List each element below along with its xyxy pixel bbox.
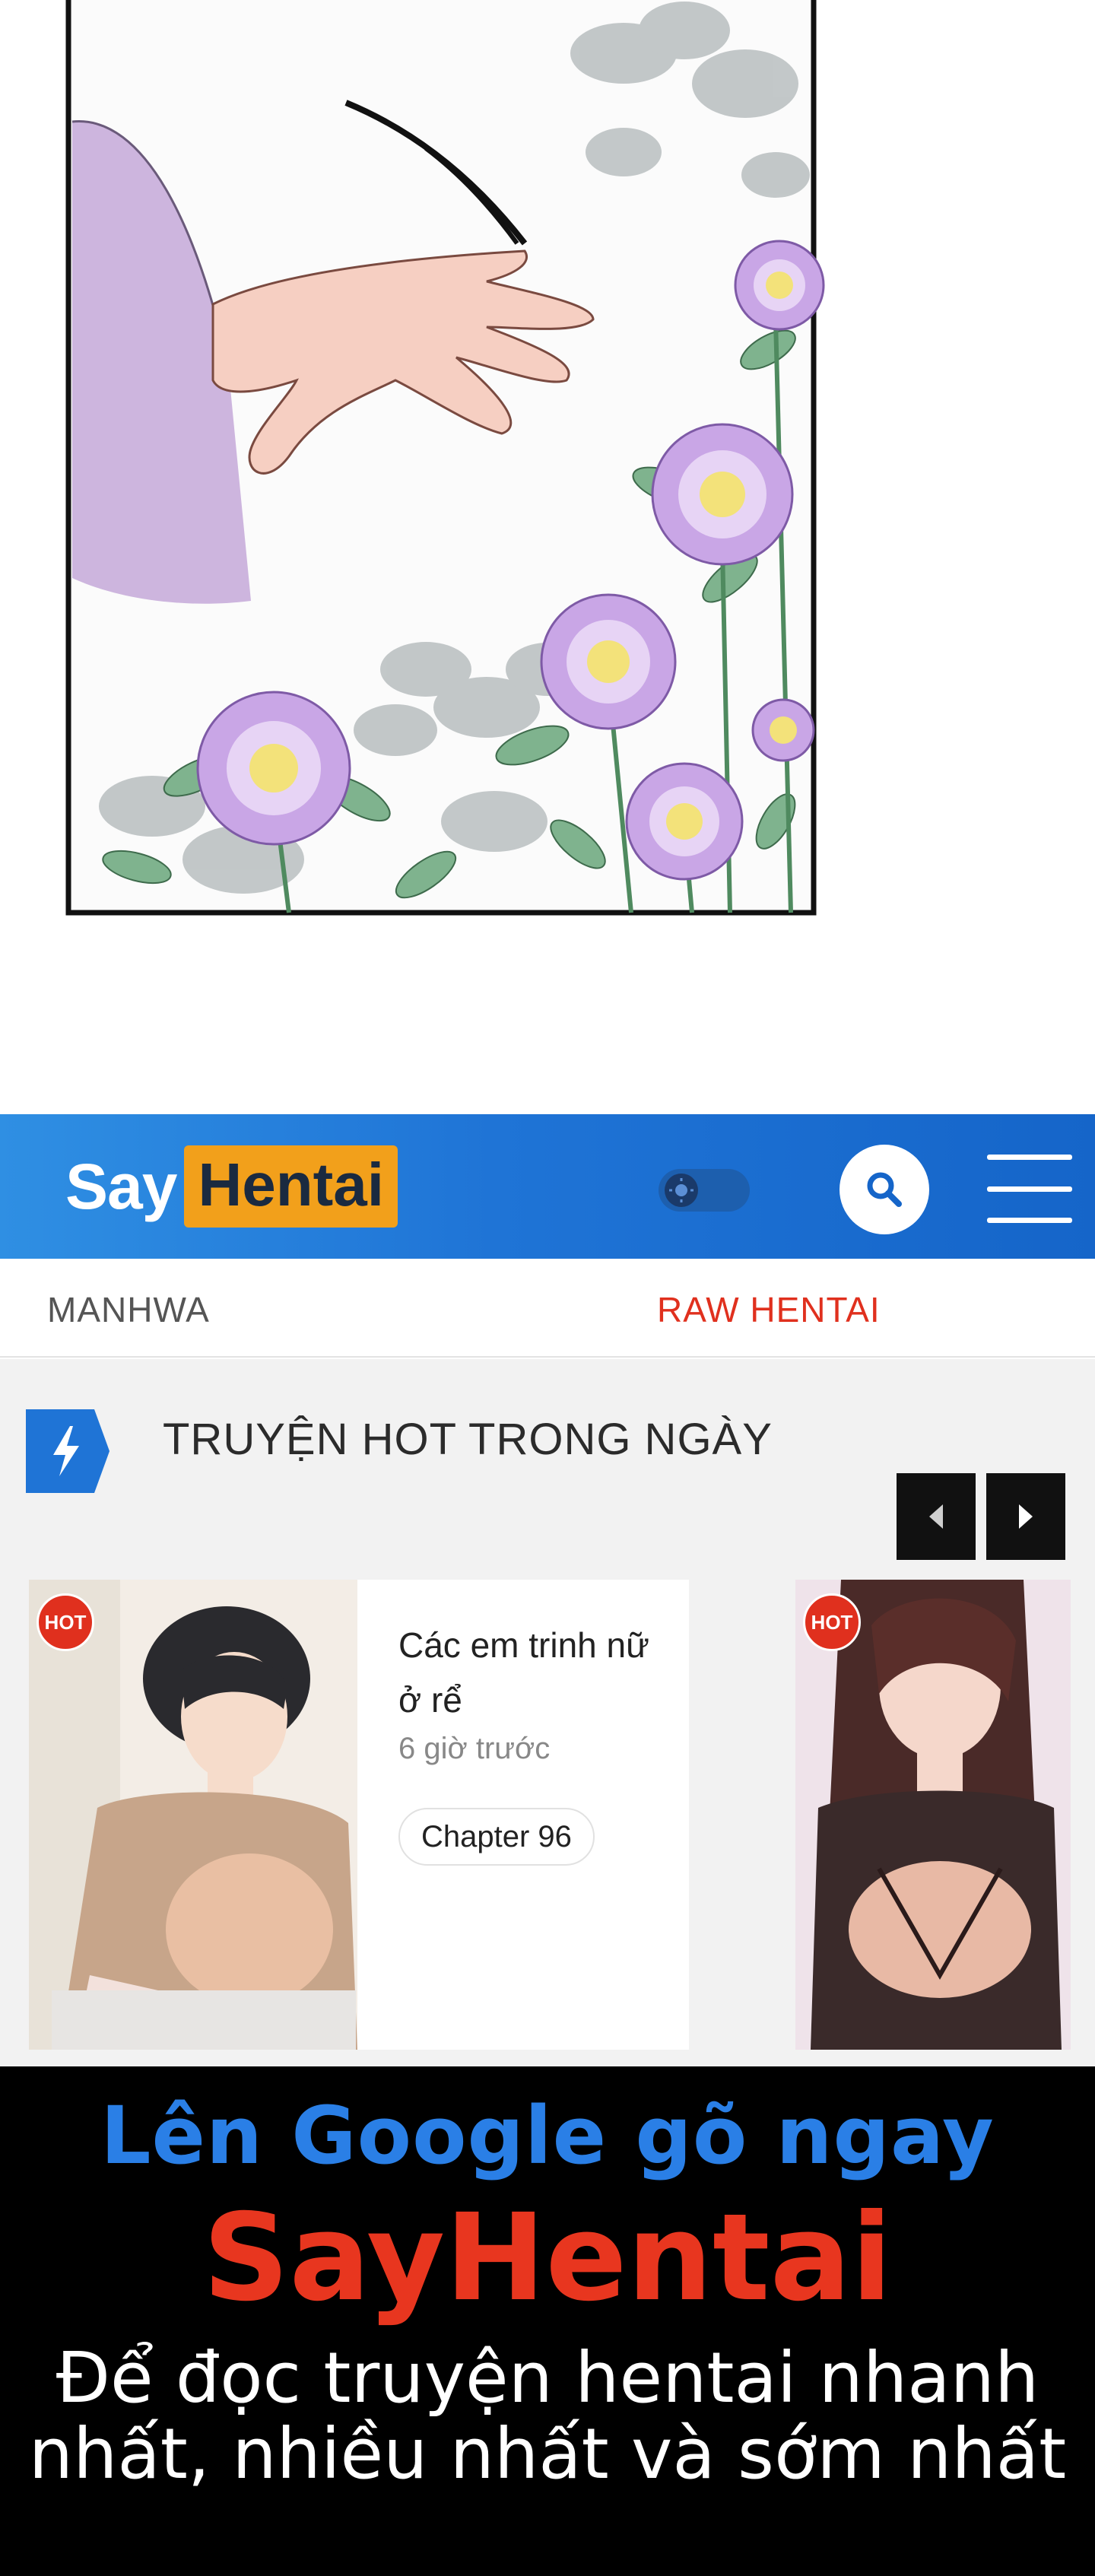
promo-banner: Lên Google gõ ngay SayHentai Để đọc truy…	[0, 2066, 1095, 2576]
comic-panel	[0, 0, 1095, 1114]
comic-card[interactable]: HOT Các em trinh nữ ở rể 6 giờ trước Cha…	[29, 1580, 689, 2050]
hot-badge: HOT	[803, 1593, 861, 1651]
carousel-prev-button[interactable]	[897, 1473, 976, 1560]
promo-headline: Lên Google gõ ngay	[100, 2089, 995, 2182]
hot-badge: HOT	[36, 1593, 94, 1651]
hot-today-section: TRUYỆN HOT TRONG NGÀY HOT Các em trinh n…	[0, 1359, 1095, 2066]
tab-manhwa[interactable]: MANHWA	[47, 1289, 210, 1330]
logo-text-hentai: Hentai	[184, 1145, 398, 1228]
carousel-next-button[interactable]	[986, 1473, 1065, 1560]
comic-illustration	[65, 0, 825, 916]
category-nav: MANHWA RAW HENTAI	[0, 1259, 1095, 1358]
promo-brand: SayHentai	[202, 2188, 893, 2328]
logo-text-say: Say	[65, 1150, 177, 1222]
search-button[interactable]	[840, 1145, 929, 1234]
chapter-button[interactable]: Chapter 96	[398, 1808, 595, 1866]
menu-bar	[987, 1155, 1072, 1160]
cover-illustration	[29, 1580, 357, 2050]
menu-bar	[987, 1218, 1072, 1223]
lightning-icon	[26, 1409, 110, 1493]
tab-raw-hentai[interactable]: RAW HENTAI	[657, 1289, 881, 1330]
comic-card[interactable]: HOT	[795, 1580, 1071, 2050]
hamburger-menu-icon[interactable]	[987, 1155, 1072, 1223]
promo-tagline: Để đọc truyện hentai nhanh nhất, nhiều n…	[28, 2337, 1067, 2495]
site-header: Say Hentai	[0, 1114, 1095, 1259]
chevron-left-icon	[929, 1504, 943, 1529]
comic-title[interactable]: Các em trinh nữ ở rể	[398, 1618, 672, 1727]
comic-update-time: 6 giờ trước	[398, 1732, 551, 1765]
sun-icon	[659, 1169, 750, 1212]
theme-toggle[interactable]	[659, 1169, 750, 1215]
section-icon	[26, 1409, 110, 1497]
chevron-right-icon	[1019, 1504, 1033, 1529]
search-icon	[867, 1172, 902, 1207]
site-logo[interactable]: Say Hentai	[65, 1145, 398, 1228]
section-title: TRUYỆN HOT TRONG NGÀY	[163, 1415, 773, 1464]
comic-cover-thumbnail[interactable]: HOT	[29, 1580, 357, 2050]
menu-bar	[987, 1186, 1072, 1192]
